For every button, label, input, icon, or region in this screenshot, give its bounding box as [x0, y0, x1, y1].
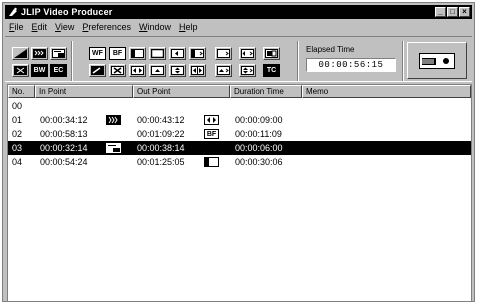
wf-button[interactable]: WF — [89, 47, 106, 60]
in-point: 00:00:54:24 — [40, 157, 88, 167]
wipe-right-button[interactable] — [189, 47, 206, 60]
bf-icon: BF — [204, 129, 219, 139]
stretch-lr-icon — [191, 66, 204, 75]
column-header-out-point[interactable]: Out Point — [133, 85, 230, 98]
stretch-icon — [265, 49, 278, 58]
diagonal-wipe-button[interactable] — [12, 47, 29, 60]
mosaic-icon — [33, 49, 46, 58]
video-deck-icon — [419, 52, 455, 69]
strobe-icon — [14, 66, 27, 75]
paint-button[interactable] — [89, 64, 106, 77]
wipe-right-icon — [191, 49, 204, 58]
mosaic-icon — [106, 115, 121, 125]
table-row[interactable]: 01 00:00:34:12 00:00:43:12 00:00:09:00 — [8, 113, 471, 127]
menu-help[interactable]: Help — [175, 22, 202, 35]
column-header-in-point[interactable]: In Point — [35, 85, 133, 98]
toolbar-separator — [297, 41, 299, 81]
mosaic-x-icon — [111, 66, 124, 75]
in-point: 00:00:58:13 — [40, 129, 88, 139]
picture-in-picture-button[interactable] — [50, 47, 67, 60]
slide-up-r-button[interactable] — [215, 64, 232, 77]
slide-lr-icon — [131, 66, 144, 75]
video-deck-button[interactable] — [407, 42, 467, 79]
stretch-ud-button[interactable] — [239, 64, 256, 77]
in-point: 00:00:32:14 — [40, 143, 88, 153]
box-out-button[interactable] — [215, 47, 232, 60]
menu-edit[interactable]: Edit — [28, 22, 52, 35]
diagonal-wipe-icon — [14, 49, 27, 58]
slide-left-icon — [171, 49, 184, 58]
row-number: 00 — [12, 101, 23, 111]
slide-up-r-icon — [217, 66, 230, 75]
menu-file[interactable]: File — [5, 22, 28, 35]
wipe-corner-icon — [131, 49, 144, 58]
wipe-corner-icon — [204, 157, 219, 167]
out-point: 00:01:09:22 — [137, 129, 185, 139]
toolbar-separator — [71, 41, 73, 81]
title-bar: JLIP Video Producer _ □ × — [5, 5, 472, 19]
slide-lr-icon — [204, 115, 219, 125]
slide-ud-button[interactable] — [169, 64, 186, 77]
column-header-memo[interactable]: Memo — [302, 85, 471, 98]
minimize-button[interactable]: _ — [435, 7, 446, 17]
close-button[interactable]: × — [459, 7, 470, 17]
duration: 00:00:09:00 — [235, 115, 283, 125]
box-wipe-icon — [151, 49, 164, 58]
row-number: 02 — [12, 129, 23, 139]
app-window: JLIP Video Producer _ □ × File Edit View… — [2, 2, 475, 302]
slide-h-button[interactable] — [239, 47, 256, 60]
edit-list-table: No. In Point Out Point Duration Time Mem… — [7, 84, 472, 302]
row-number: 01 — [12, 115, 23, 125]
app-icon — [8, 7, 18, 17]
stretch-lr-button[interactable] — [189, 64, 206, 77]
box-wipe-button[interactable] — [149, 47, 166, 60]
effects-toolbar: WF BF BW EC TC Elapsed Time 00:00:56:15 — [5, 36, 472, 82]
table-row[interactable]: 02 00:00:58:13 00:01:09:22 BF 00:00:11:0… — [8, 127, 471, 141]
window-title: JLIP Video Producer — [21, 7, 113, 17]
bf-button[interactable]: BF — [109, 47, 126, 60]
elapsed-time-label: Elapsed Time — [306, 45, 355, 54]
slide-left-button[interactable] — [169, 47, 186, 60]
menu-preferences[interactable]: Preferences — [78, 22, 135, 35]
table-row[interactable]: 04 00:00:54:24 00:01:25:05 00:00:30:06 — [8, 155, 471, 169]
mosaic-button[interactable] — [31, 47, 48, 60]
table-row-selected[interactable]: 03 00:00:32:14 00:00:38:14 00:00:06:00 — [8, 141, 471, 155]
slide-lr-button[interactable] — [129, 64, 146, 77]
slide-up-button[interactable] — [149, 64, 166, 77]
slide-h-icon — [241, 49, 254, 58]
box-out-icon — [217, 49, 230, 58]
table-row[interactable]: 00 — [8, 99, 471, 113]
out-point: 00:00:43:12 — [137, 115, 185, 125]
slide-up-icon — [151, 66, 164, 75]
toolbar-separator — [402, 41, 404, 81]
mosaic-x-button[interactable] — [109, 64, 126, 77]
row-number: 04 — [12, 157, 23, 167]
duration: 00:00:06:00 — [235, 143, 283, 153]
maximize-button[interactable]: □ — [447, 7, 458, 17]
picture-in-picture-icon — [52, 49, 65, 58]
stretch-button[interactable] — [263, 47, 280, 60]
wipe-corner-button[interactable] — [129, 47, 146, 60]
elapsed-time-display: 00:00:56:15 — [306, 58, 396, 72]
bw-button[interactable]: BW — [31, 64, 48, 77]
in-point: 00:00:34:12 — [40, 115, 88, 125]
ec-button[interactable]: EC — [50, 64, 67, 77]
tc-button[interactable]: TC — [263, 64, 280, 77]
out-point: 00:01:25:05 — [137, 157, 185, 167]
picture-in-picture-icon — [106, 143, 121, 153]
menu-view[interactable]: View — [51, 22, 78, 35]
out-point: 00:00:38:14 — [137, 143, 185, 153]
row-number: 03 — [12, 143, 23, 153]
paint-icon — [91, 66, 104, 75]
column-header-duration[interactable]: Duration Time — [230, 85, 302, 98]
table-header: No. In Point Out Point Duration Time Mem… — [8, 85, 471, 98]
duration: 00:00:11:09 — [235, 129, 282, 139]
menu-bar: File Edit View Preferences Window Help — [5, 22, 201, 35]
column-header-no[interactable]: No. — [8, 85, 35, 98]
menu-window[interactable]: Window — [135, 22, 175, 35]
strobe-button[interactable] — [12, 64, 29, 77]
stretch-ud-icon — [241, 66, 254, 75]
duration: 00:00:30:06 — [235, 157, 283, 167]
slide-ud-icon — [171, 66, 184, 75]
